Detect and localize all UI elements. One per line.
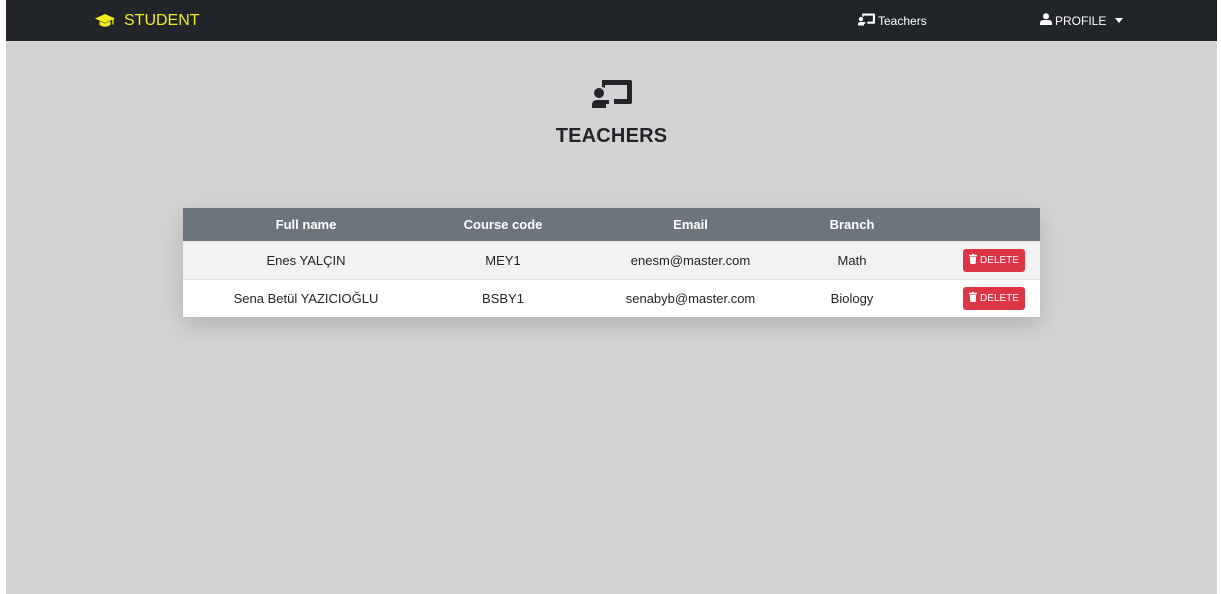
- table-row: Enes YALÇIN MEY1 enesm@master.com Math D…: [183, 241, 1040, 279]
- nav-teachers-label: Teachers: [878, 13, 927, 28]
- cell-actions: DELETE: [900, 279, 1040, 317]
- table-header-row: Full name Course code Email Branch: [183, 208, 1040, 241]
- delete-button[interactable]: DELETE: [963, 248, 1025, 272]
- column-header-full-name: Full name: [275, 216, 337, 232]
- teachers-table: Full name Course code Email Branch Enes …: [183, 208, 1040, 317]
- cell-branch: Biology: [830, 290, 874, 306]
- cell-full-name: Sena Betül YAZICIOĞLU: [233, 290, 379, 306]
- cell-full-name: Enes YALÇIN: [266, 252, 346, 268]
- caret-down-icon: [1115, 18, 1124, 23]
- navbar: STUDENT Teachers PROFILE: [6, 0, 1217, 41]
- table-row: Sena Betül YAZICIOĞLU BSBY1 senabyb@mast…: [183, 279, 1040, 317]
- cell-email: senabyb@master.com: [625, 290, 756, 306]
- column-header-branch: Branch: [829, 216, 875, 232]
- teachers-table-card: Full name Course code Email Branch Enes …: [183, 208, 1040, 317]
- page-title: TEACHERS: [555, 125, 668, 147]
- graduation-cap-icon: [95, 13, 115, 29]
- chalkboard-teacher-icon: [592, 80, 632, 108]
- delete-button-label: DELETE: [980, 254, 1019, 266]
- column-header-course-code: Course code: [463, 216, 543, 232]
- cell-actions: DELETE: [900, 241, 1040, 279]
- trash-icon: [969, 253, 978, 267]
- brand-link[interactable]: STUDENT: [95, 0, 200, 41]
- column-header-actions: [900, 208, 1040, 241]
- profile-label: PROFILE: [1055, 13, 1107, 28]
- trash-icon: [969, 291, 978, 305]
- brand-label: STUDENT: [124, 11, 200, 29]
- delete-button-label: DELETE: [980, 292, 1019, 304]
- cell-branch: Math: [837, 252, 867, 268]
- cell-course-code: MEY1: [485, 252, 521, 268]
- cell-email: enesm@master.com: [630, 252, 751, 268]
- nav-teachers-link[interactable]: Teachers: [858, 0, 927, 41]
- profile-dropdown[interactable]: PROFILE: [1040, 0, 1124, 41]
- cell-course-code: BSBY1: [482, 290, 524, 306]
- app-frame: STUDENT Teachers PROFILE TEACHERS Full n…: [6, 0, 1217, 594]
- column-header-email: Email: [673, 216, 708, 232]
- user-icon: [1040, 13, 1052, 28]
- chalkboard-teacher-icon: [858, 13, 875, 29]
- delete-button[interactable]: DELETE: [963, 286, 1025, 310]
